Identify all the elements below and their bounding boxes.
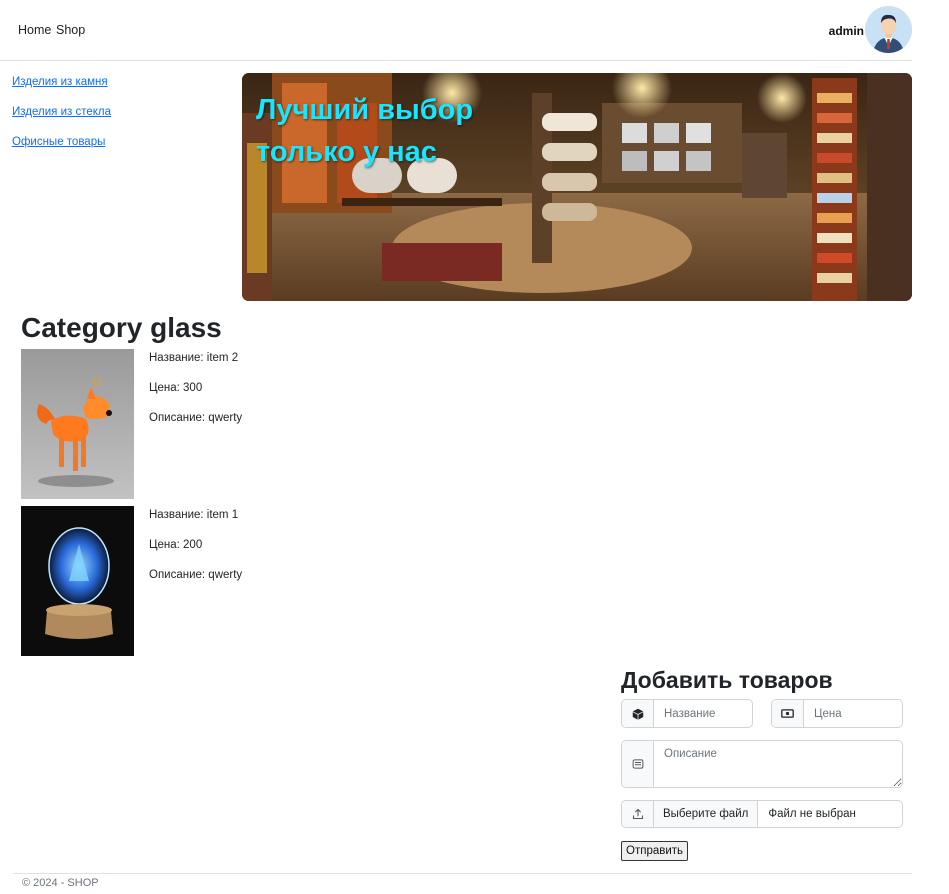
page-footer: © 2024 - SHOP bbox=[13, 873, 912, 889]
file-input-group: Выберите файл Файл не выбран bbox=[621, 800, 903, 828]
username-label: admin bbox=[828, 24, 864, 38]
nav-shop-link[interactable]: Shop bbox=[56, 23, 85, 37]
footer-copyright: © 2024 - SHOP bbox=[22, 877, 99, 889]
shop-banner: Лучший выбор только у нас bbox=[242, 73, 912, 301]
sidebar-item-office[interactable]: Офисные товары bbox=[12, 136, 105, 148]
addon-box bbox=[622, 700, 654, 727]
choose-file-button[interactable]: Выберите файл bbox=[654, 801, 759, 827]
addon-price bbox=[772, 700, 804, 727]
product-price: Цена: 300 bbox=[149, 382, 203, 394]
product-description: Описание: qwerty bbox=[149, 569, 243, 581]
sidebar-item-stone[interactable]: Изделия из камня bbox=[12, 76, 108, 88]
product-name: Название: item 2 bbox=[149, 352, 239, 364]
cash-icon bbox=[781, 709, 794, 718]
product-description-input[interactable] bbox=[654, 741, 902, 787]
addon-upload bbox=[622, 801, 654, 827]
category-title: Category glass bbox=[21, 312, 222, 343]
form-title: Добавить товаров bbox=[621, 667, 833, 693]
banner-line-1: Лучший выбор bbox=[256, 94, 474, 126]
upload-icon bbox=[632, 808, 643, 820]
sidebar-item-glass[interactable]: Изделия из стекла bbox=[12, 106, 111, 118]
avatar[interactable] bbox=[865, 6, 912, 53]
submit-button[interactable]: Отправить bbox=[621, 841, 689, 861]
file-status-text: Файл не выбран bbox=[768, 808, 856, 820]
glass-crystal-ball-icon bbox=[21, 506, 134, 656]
user-avatar-icon bbox=[865, 6, 912, 53]
top-navbar: Home Shop admin bbox=[0, 0, 912, 61]
text-lines-icon bbox=[632, 759, 643, 769]
product-name: Название: item 1 bbox=[149, 509, 239, 521]
product-price: Цена: 200 bbox=[149, 539, 203, 551]
addon-description bbox=[622, 741, 654, 787]
name-input-group bbox=[621, 699, 753, 728]
banner-line-2: только у нас bbox=[256, 136, 437, 168]
description-input-group bbox=[621, 740, 903, 788]
box-icon bbox=[632, 708, 643, 720]
product-image[interactable] bbox=[21, 506, 134, 656]
product-description: Описание: qwerty bbox=[149, 412, 243, 424]
price-input-group bbox=[771, 699, 903, 728]
product-price-input[interactable] bbox=[804, 700, 902, 727]
glass-fox-figurine-icon bbox=[21, 349, 134, 499]
product-image[interactable] bbox=[21, 349, 134, 499]
product-name-input[interactable] bbox=[654, 700, 752, 727]
banner-headline: Лучший выбор только у нас bbox=[256, 89, 473, 173]
nav-home-link[interactable]: Home bbox=[18, 23, 51, 37]
